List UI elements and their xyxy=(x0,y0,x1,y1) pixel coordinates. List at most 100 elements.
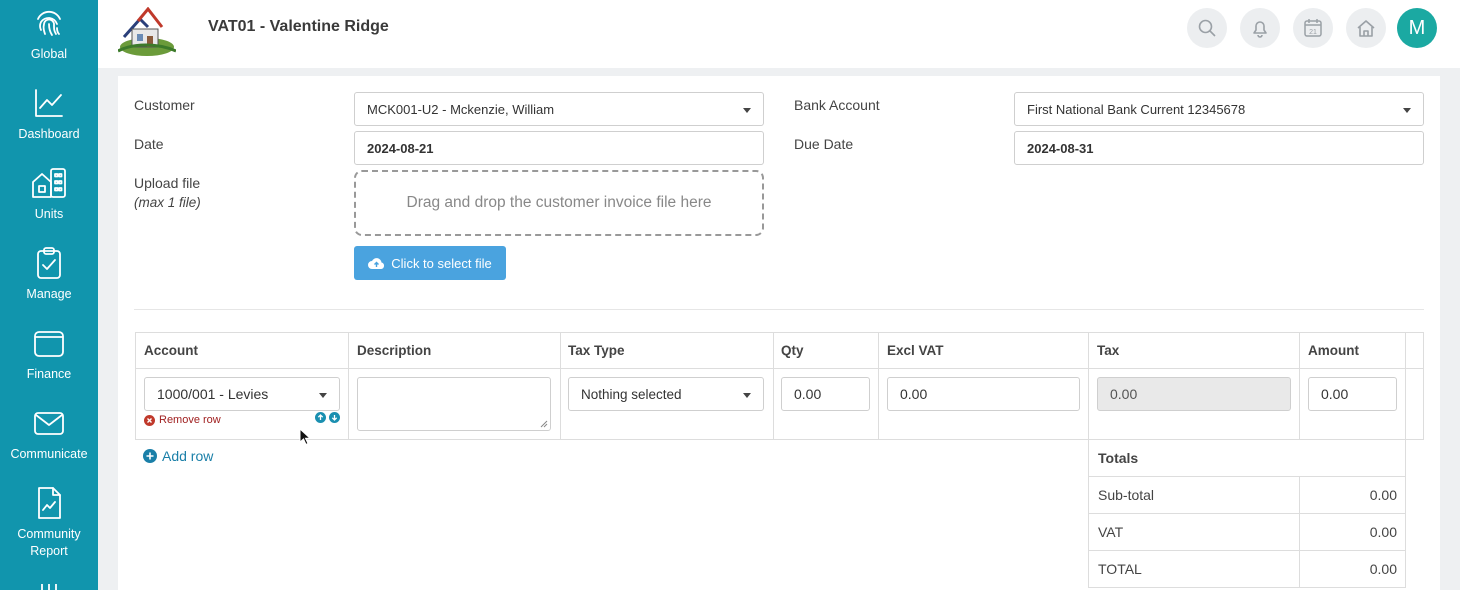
due-date-input[interactable]: 2024-08-31 xyxy=(1014,131,1424,165)
subtotal-value: 0.00 xyxy=(1369,487,1397,503)
sidebar-item-finance[interactable]: Finance xyxy=(0,326,98,383)
customer-select[interactable]: MCK001-U2 - Mckenzie, William xyxy=(354,92,764,126)
select-file-label: Click to select file xyxy=(391,255,492,271)
search-icon xyxy=(1198,19,1216,37)
column-divider xyxy=(348,333,349,439)
account-select-value: 1000/001 - Levies xyxy=(157,386,269,402)
move-up-icon[interactable] xyxy=(315,412,326,423)
total-label: TOTAL xyxy=(1098,561,1142,577)
remove-row-label: Remove row xyxy=(159,414,221,426)
chevron-down-icon xyxy=(743,393,751,398)
add-row-link[interactable]: Add row xyxy=(143,448,213,464)
upload-sublabel: (max 1 file) xyxy=(134,195,201,210)
sidebar-item-label: Community Report xyxy=(17,527,81,558)
vat-label: VAT xyxy=(1098,524,1124,540)
bell-icon xyxy=(1253,21,1267,38)
mouse-cursor-icon xyxy=(299,428,311,446)
total-value: 0.00 xyxy=(1369,561,1397,577)
column-divider xyxy=(773,333,774,439)
clipboard-check-icon xyxy=(37,247,61,279)
sidebar-item-manage[interactable]: Manage xyxy=(0,246,98,303)
sidebar-item-label: Dashboard xyxy=(18,127,80,141)
sidebar-item-community-report[interactable]: Community Report xyxy=(0,486,98,560)
app-logo xyxy=(117,6,177,57)
calendar-day-text: 21 xyxy=(1309,29,1317,36)
home-icon xyxy=(1357,20,1375,37)
column-divider xyxy=(1088,333,1089,439)
top-bar: VAT01 - Valentine Ridge 21 M xyxy=(98,0,1460,68)
building-icon xyxy=(32,168,66,198)
page-title: VAT01 - Valentine Ridge xyxy=(208,18,389,35)
sidebar: Global Dashboard Units Manage Finance Co… xyxy=(0,0,98,590)
due-date-label: Due Date xyxy=(794,136,854,152)
column-divider xyxy=(560,333,561,439)
tax-type-value: Nothing selected xyxy=(581,386,682,402)
sidebar-item-dashboard[interactable]: Dashboard xyxy=(0,86,98,143)
sidebar-item-label: Finance xyxy=(26,367,72,381)
sidebar-item-communicate[interactable]: Communicate xyxy=(0,406,98,463)
add-row-label: Add row xyxy=(162,448,214,464)
move-down-icon[interactable] xyxy=(329,412,340,423)
bank-account-select[interactable]: First National Bank Current 12345678 xyxy=(1014,92,1424,126)
file-dropzone[interactable]: Drag and drop the customer invoice file … xyxy=(354,170,764,236)
chevron-down-icon xyxy=(743,108,751,113)
column-divider xyxy=(878,333,879,439)
divider xyxy=(134,309,1424,310)
customer-label: Customer xyxy=(134,97,195,113)
calendar-icon: 21 xyxy=(1304,19,1322,37)
notifications-button[interactable] xyxy=(1240,8,1280,48)
sidebar-item-global[interactable]: Global xyxy=(0,6,98,63)
tax-type-select[interactable]: Nothing selected xyxy=(568,377,764,411)
column-header-tax: Tax xyxy=(1097,343,1120,358)
home-button[interactable] xyxy=(1346,8,1386,48)
cloud-upload-icon xyxy=(368,257,385,269)
bank-account-value: First National Bank Current 12345678 xyxy=(1027,101,1246,117)
resize-handle-icon[interactable] xyxy=(540,420,548,428)
wallet-icon xyxy=(34,331,64,357)
sidebar-item-more[interactable] xyxy=(0,580,98,590)
totals-divider xyxy=(1089,476,1405,477)
column-header-qty: Qty xyxy=(781,343,804,358)
sidebar-item-label: Manage xyxy=(26,287,72,301)
chevron-down-icon xyxy=(319,393,327,398)
header-row-divider xyxy=(136,368,1423,369)
sidebar-item-label: Global xyxy=(30,47,68,61)
chart-line-icon xyxy=(35,89,63,117)
search-button[interactable] xyxy=(1187,8,1227,48)
remove-circle-icon xyxy=(144,414,155,426)
avatar[interactable]: M xyxy=(1397,8,1437,48)
chevron-down-icon xyxy=(1403,108,1411,113)
add-circle-icon xyxy=(143,449,157,463)
dropzone-text: Drag and drop the customer invoice file … xyxy=(406,194,712,211)
date-label: Date xyxy=(134,136,164,152)
upload-label: Upload file xyxy=(134,175,201,191)
vat-value: 0.00 xyxy=(1369,524,1397,540)
totals-table: Totals Sub-total 0.00 VAT 0.00 TOTAL 0.0… xyxy=(1088,438,1406,588)
calendar-button[interactable]: 21 xyxy=(1293,8,1333,48)
remove-row-link[interactable]: Remove row xyxy=(144,414,221,426)
account-select[interactable]: 1000/001 - Levies xyxy=(144,377,340,411)
invoice-form-panel: Customer MCK001-U2 - Mckenzie, William D… xyxy=(118,76,1440,590)
fingerprint-icon xyxy=(37,10,61,36)
tax-input: 0.00 xyxy=(1097,377,1291,411)
totals-title: Totals xyxy=(1098,450,1139,466)
sidebar-item-label: Units xyxy=(34,207,64,221)
qty-input[interactable]: 0.00 xyxy=(781,377,870,411)
sidebar-item-label: Communicate xyxy=(10,447,88,461)
document-chart-icon xyxy=(38,487,61,519)
bank-account-label: Bank Account xyxy=(794,97,880,113)
amount-input[interactable]: 0.00 xyxy=(1308,377,1397,411)
sidebar-item-units[interactable]: Units xyxy=(0,166,98,223)
envelope-icon xyxy=(34,412,64,435)
description-textarea[interactable] xyxy=(357,377,551,431)
column-header-tax-type: Tax Type xyxy=(568,343,625,358)
column-header-description: Description xyxy=(357,343,432,358)
column-header-account: Account xyxy=(144,343,198,358)
grid-icon xyxy=(41,584,57,590)
select-file-button[interactable]: Click to select file xyxy=(354,246,506,280)
column-header-amount: Amount xyxy=(1308,343,1359,358)
totals-divider xyxy=(1089,513,1405,514)
date-input[interactable]: 2024-08-21 xyxy=(354,131,764,165)
excl-vat-input[interactable]: 0.00 xyxy=(887,377,1080,411)
column-divider xyxy=(1405,333,1406,439)
